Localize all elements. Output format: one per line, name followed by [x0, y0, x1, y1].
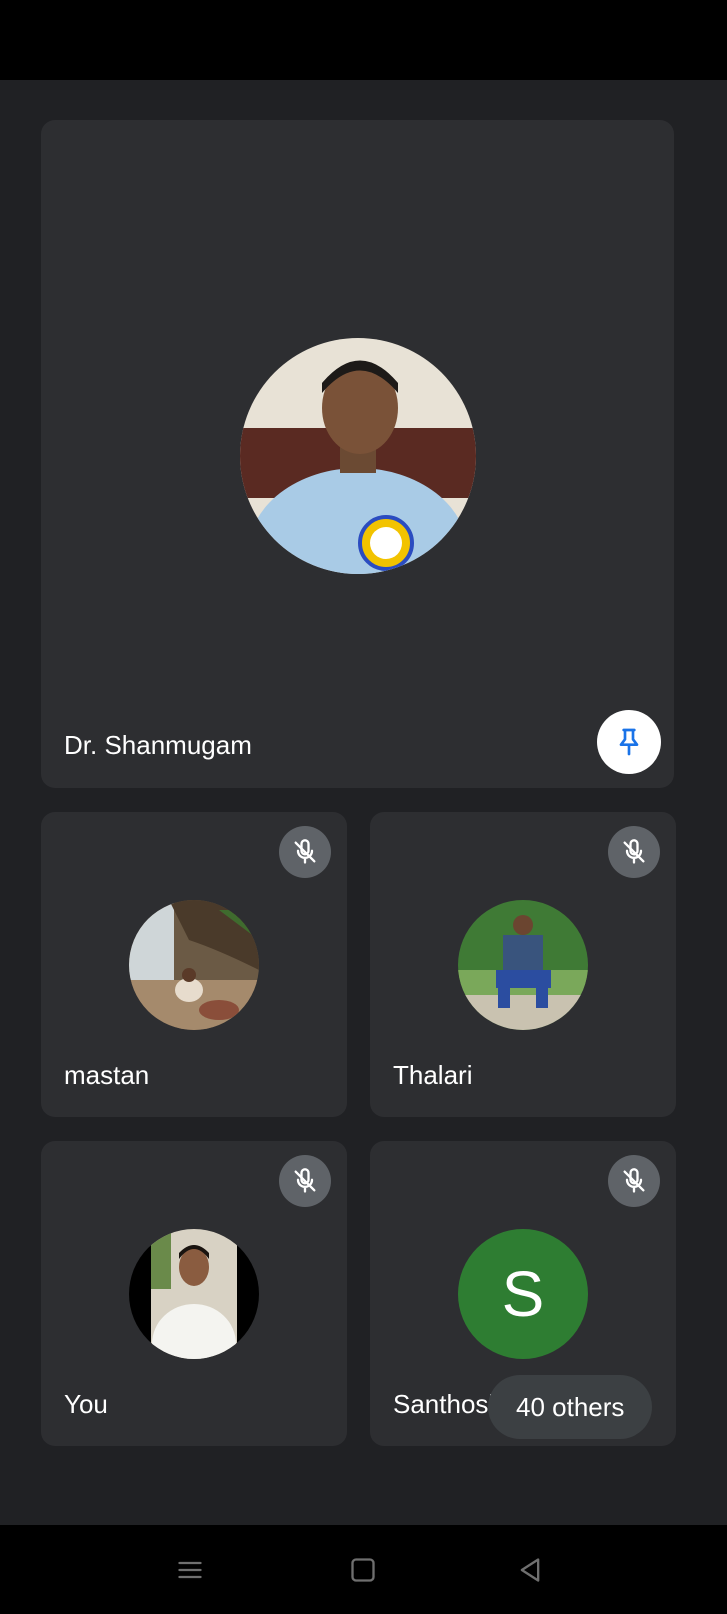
- muted-indicator: [608, 1155, 660, 1207]
- participant-name: Santhosh: [393, 1389, 503, 1419]
- home-button[interactable]: [313, 1525, 413, 1614]
- featured-participant-tile[interactable]: Dr. Shanmugam: [41, 120, 674, 788]
- navigation-bar: [0, 1525, 727, 1614]
- participant-avatar: [129, 1229, 259, 1359]
- participant-name: You: [64, 1389, 108, 1419]
- participant-tile[interactable]: mastan: [41, 812, 347, 1117]
- status-bar: [0, 0, 727, 80]
- recents-button[interactable]: [140, 1525, 240, 1614]
- pin-icon: [619, 728, 639, 756]
- participant-name: mastan: [64, 1060, 150, 1090]
- pin-button[interactable]: [597, 710, 661, 774]
- muted-indicator: [608, 826, 660, 878]
- others-button[interactable]: 40 others: [488, 1375, 653, 1439]
- participant-name: Dr. Shanmugam: [64, 730, 252, 760]
- back-button[interactable]: [480, 1525, 580, 1614]
- muted-indicator: [279, 826, 331, 878]
- recents-icon: [178, 1561, 202, 1578]
- mic-off-icon: [623, 839, 645, 864]
- mic-off-icon: [294, 1168, 316, 1193]
- back-icon: [520, 1557, 540, 1582]
- participant-avatar: [129, 900, 259, 1030]
- muted-indicator: [279, 1155, 331, 1207]
- participant-grid: Dr. Shanmugam mastan Thalari You S Santh…: [0, 80, 727, 1525]
- participant-initial-avatar: S: [458, 1229, 588, 1359]
- participant-tile[interactable]: Thalari: [370, 812, 676, 1117]
- mic-off-icon: [623, 1168, 645, 1193]
- mic-off-icon: [294, 839, 316, 864]
- participant-avatar: [458, 900, 588, 1030]
- participant-name: Thalari: [393, 1060, 473, 1090]
- participant-tile[interactable]: S Santhosh 40 others: [370, 1141, 676, 1446]
- participant-tile[interactable]: You: [41, 1141, 347, 1446]
- home-icon: [351, 1557, 375, 1582]
- participant-avatar: [240, 338, 476, 574]
